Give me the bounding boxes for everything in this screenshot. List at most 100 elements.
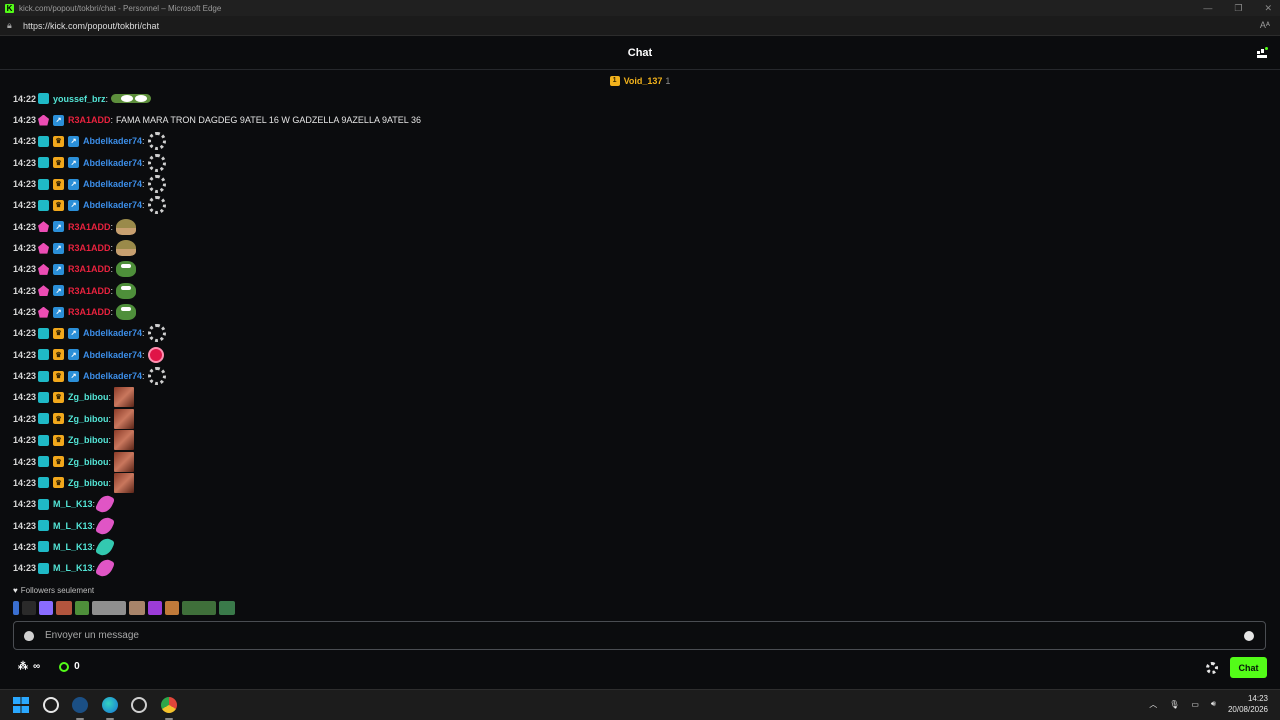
verified-badge-icon[interactable]: ↗ [68,178,79,190]
spinner-emote-icon[interactable] [147,196,166,215]
verified-badge-icon[interactable]: ↗ [68,199,79,211]
emote-icon[interactable] [75,601,89,615]
spinner-emote-icon[interactable] [147,324,166,343]
gift-badge-icon[interactable] [38,242,49,254]
message-input[interactable] [45,630,1244,641]
search-icon[interactable] [43,697,59,713]
verified-badge-icon[interactable]: ↗ [68,327,79,339]
users-group-icon[interactable]: ⁂ [18,661,28,672]
crown-badge-icon[interactable]: ♛ [53,135,64,147]
verified-badge-icon[interactable]: ↗ [68,157,79,169]
subscriber-badge-icon[interactable] [38,391,49,403]
crown-badge-icon[interactable]: ♛ [53,327,64,339]
restore-icon[interactable]: ❐ [1234,3,1242,14]
message-username[interactable]: Abdelkader74 [83,200,142,210]
eyes-emote-icon[interactable] [111,94,152,104]
emote-icon[interactable] [22,601,36,615]
emote-icon[interactable] [39,601,53,615]
message-username[interactable]: youssef_brz [53,94,106,104]
message-username[interactable]: M_L_K13 [53,563,93,573]
verified-badge-icon[interactable]: ↗ [68,370,79,382]
message-username[interactable]: R3A1ADD [68,115,111,125]
message-username[interactable]: Zg_bibou [68,478,109,488]
subscriber-badge-icon[interactable] [38,157,49,169]
edge-icon[interactable] [102,697,118,713]
crown-badge-icon[interactable]: ♛ [53,178,64,190]
subscriber-badge-icon[interactable] [38,434,49,446]
pic-emote-icon[interactable] [114,472,135,493]
pepe-emote-icon[interactable] [116,261,137,278]
verified-badge-icon[interactable]: ↗ [53,306,64,318]
chevron-up-icon[interactable]: ︿ [1149,699,1157,710]
crown-badge-icon[interactable]: ♛ [53,370,64,382]
message-username[interactable]: Abdelkader74 [83,350,142,360]
spinner-emote-icon[interactable] [147,132,166,151]
send-chat-button[interactable]: Chat [1230,657,1267,678]
emote-icon[interactable] [165,601,179,615]
channel-points-icon[interactable] [59,661,70,672]
gift-badge-icon[interactable] [38,114,49,126]
read-aloud-icon[interactable]: Aᴬ [1260,20,1270,30]
redball-emote-icon[interactable] [147,346,164,363]
emote-icon[interactable] [148,601,162,615]
verified-badge-icon[interactable]: ↗ [53,114,64,126]
emote-icon[interactable] [219,601,235,615]
gift-badge-icon[interactable] [38,306,49,318]
feather-emote-icon[interactable] [94,493,116,516]
subscriber-badge-icon[interactable] [38,477,49,489]
subscriber-badge-icon[interactable] [38,562,49,574]
pepe-emote-icon[interactable] [116,304,137,321]
subscriber-badge-icon[interactable] [38,413,49,425]
message-username[interactable]: Zg_bibou [68,414,109,424]
subscriber-badge-icon[interactable] [38,498,49,510]
chrome-icon[interactable] [161,697,177,713]
app-icon[interactable] [131,697,147,713]
subscriber-badge-icon[interactable] [38,520,49,532]
subscriber-badge-icon[interactable] [38,135,49,147]
windows-start-icon[interactable] [13,697,29,713]
crown-badge-icon[interactable]: ♛ [53,413,64,425]
crown-badge-icon[interactable]: ♛ [53,456,64,468]
subscriber-badge-icon[interactable] [38,456,49,468]
feather-teal-emote-icon[interactable] [94,535,116,559]
message-username[interactable]: M_L_K13 [53,499,93,509]
spinner-emote-icon[interactable] [147,367,166,386]
message-username[interactable]: Zg_bibou [68,392,109,402]
minimize-icon[interactable]: — [1203,3,1212,13]
speaker-icon[interactable]: 🔊︎ [1211,699,1216,709]
subscriber-badge-icon[interactable] [38,370,49,382]
gift-badge-icon[interactable] [38,263,49,275]
pic-emote-icon[interactable] [114,430,135,451]
feather-emote-icon[interactable] [94,557,116,580]
message-username[interactable]: Abdelkader74 [83,136,142,146]
message-username[interactable]: R3A1ADD [68,286,111,296]
emote-icon[interactable] [182,601,216,615]
verified-badge-icon[interactable]: ↗ [53,242,64,254]
gear-icon[interactable] [1206,662,1218,674]
message-username[interactable]: Abdelkader74 [83,371,142,381]
verified-badge-icon[interactable]: ↗ [68,135,79,147]
message-username[interactable]: R3A1ADD [68,264,111,274]
subscriber-badge-icon[interactable] [38,349,49,361]
steam-icon[interactable] [72,697,88,713]
message-username[interactable]: R3A1ADD [68,222,111,232]
pic-emote-icon[interactable] [114,387,135,408]
crown-badge-icon[interactable]: ♛ [53,199,64,211]
pepe-emote-icon[interactable] [116,282,137,299]
shield-icon[interactable] [24,630,34,641]
lock-icon[interactable]: 🔒︎ [7,20,19,31]
close-icon[interactable]: ✕ [1264,3,1272,14]
gift-badge-icon[interactable] [38,285,49,297]
clock[interactable]: 14:23 20/08/2026 [1228,693,1268,715]
crown-badge-icon[interactable]: ♛ [53,349,64,361]
url-text[interactable]: https://kick.com/popout/tokbri/chat [23,21,159,31]
subscriber-badge-icon[interactable] [38,93,49,105]
subscriber-badge-icon[interactable] [38,541,49,553]
verified-badge-icon[interactable]: ↗ [68,349,79,361]
emote-icon[interactable] [129,601,145,615]
subscriber-badge-icon[interactable] [38,178,49,190]
helmet-emote-icon[interactable] [116,218,137,235]
subscriber-badge-icon[interactable] [38,199,49,211]
message-username[interactable]: Zg_bibou [68,457,109,467]
crown-badge-icon[interactable]: ♛ [53,477,64,489]
